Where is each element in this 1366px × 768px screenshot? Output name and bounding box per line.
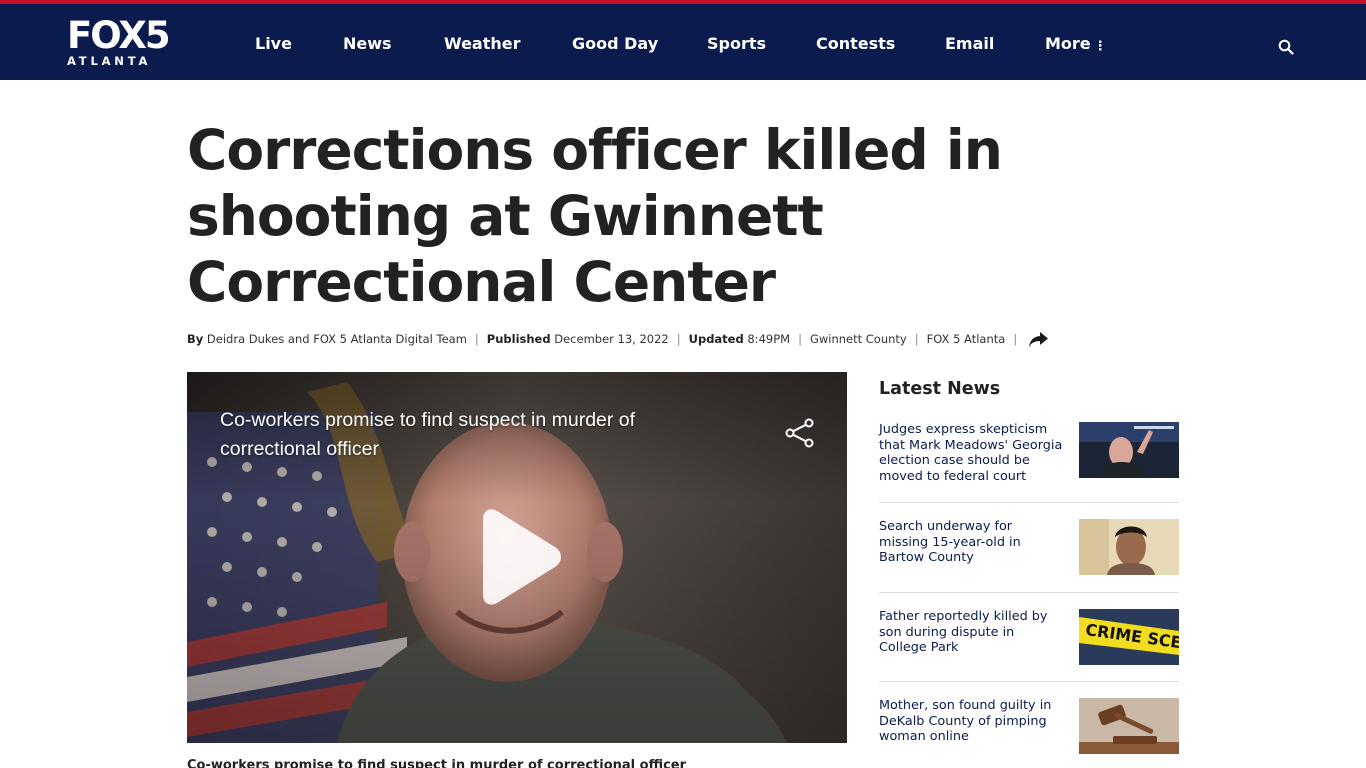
video-player[interactable]: Co-workers promise to find suspect in mu… bbox=[187, 372, 847, 743]
news-item-title[interactable]: Father reportedly killed by son during d… bbox=[879, 609, 1065, 656]
updated-label: Updated bbox=[688, 332, 744, 346]
nav-good-day[interactable]: Good Day bbox=[572, 34, 658, 53]
news-item-title[interactable]: Mother, son found guilty in DeKalb Count… bbox=[879, 698, 1065, 745]
nav-more[interactable]: More ⋮ bbox=[1045, 34, 1107, 54]
share-icon[interactable] bbox=[784, 418, 816, 448]
latest-news-item[interactable]: Mother, son found guilty in DeKalb Count… bbox=[879, 698, 1179, 755]
author-link[interactable]: Deidra Dukes bbox=[207, 332, 284, 346]
byline-and: and bbox=[287, 332, 310, 346]
site-header: FOX5 ATLANTA Live News Weather Good Day … bbox=[0, 0, 1366, 80]
updated-time: 8:49PM bbox=[747, 332, 791, 346]
play-icon[interactable] bbox=[473, 507, 563, 607]
published-date: December 13, 2022 bbox=[554, 332, 669, 346]
search-icon[interactable] bbox=[1278, 39, 1294, 55]
meta-separator: | bbox=[474, 332, 479, 346]
crime-scene-tape-photo[interactable]: CRIME SCENE bbox=[1079, 609, 1179, 665]
divider bbox=[879, 592, 1179, 593]
byline-prefix: By bbox=[187, 332, 204, 346]
meta-separator: | bbox=[914, 332, 919, 346]
courtroom-speaker-photo[interactable] bbox=[1079, 422, 1179, 478]
article-headline: Corrections officer killed in shooting a… bbox=[187, 117, 1087, 315]
article-meta: By Deidra Dukes and FOX 5 Atlanta Digita… bbox=[187, 331, 1049, 347]
news-item-title[interactable]: Search underway for missing 15-year-old … bbox=[879, 519, 1065, 566]
news-item-title[interactable]: Judges express skepticism that Mark Mead… bbox=[879, 422, 1065, 485]
meta-separator: | bbox=[798, 332, 802, 346]
nav-email[interactable]: Email bbox=[945, 34, 994, 53]
video-caption: Co-workers promise to find suspect in mu… bbox=[187, 758, 687, 768]
nav-live[interactable]: Live bbox=[255, 34, 292, 53]
latest-news-item[interactable]: Father reportedly killed by son during d… bbox=[879, 609, 1179, 666]
gavel-photo[interactable] bbox=[1079, 698, 1179, 754]
nav-sports[interactable]: Sports bbox=[707, 34, 766, 53]
divider bbox=[879, 502, 1179, 503]
teen-portrait-photo[interactable] bbox=[1079, 519, 1179, 575]
headline-line: shooting at Gwinnett bbox=[187, 184, 824, 248]
video-title: Co-workers promise to find suspect in mu… bbox=[220, 409, 636, 460]
nav-contests[interactable]: Contests bbox=[816, 34, 895, 53]
divider bbox=[879, 681, 1179, 682]
latest-news-heading: Latest News bbox=[879, 379, 1001, 399]
share-arrow-icon[interactable] bbox=[1027, 329, 1049, 349]
fox5-atlanta-logo[interactable]: FOX5 ATLANTA bbox=[67, 14, 181, 72]
latest-news-item[interactable]: Search underway for missing 15-year-old … bbox=[879, 519, 1179, 576]
nav-news[interactable]: News bbox=[343, 34, 392, 53]
headline-line: Correctional Center bbox=[187, 250, 776, 314]
nav-more-label: More bbox=[1045, 34, 1091, 53]
meta-separator: | bbox=[676, 332, 681, 346]
latest-news-item[interactable]: Judges express skepticism that Mark Mead… bbox=[879, 422, 1179, 492]
team-link[interactable]: FOX 5 Atlanta Digital Team bbox=[313, 332, 467, 346]
tag-fox5-atlanta[interactable]: FOX 5 Atlanta bbox=[927, 332, 1006, 346]
nav-weather[interactable]: Weather bbox=[444, 34, 521, 53]
meta-separator: | bbox=[1013, 332, 1018, 346]
logo-wordmark: FOX5 bbox=[67, 14, 171, 57]
headline-line: Corrections officer killed in bbox=[187, 118, 1003, 182]
vertical-dots-icon: ⋮ bbox=[1093, 39, 1107, 54]
published-label: Published bbox=[486, 332, 551, 346]
tag-gwinnett-county[interactable]: Gwinnett County bbox=[810, 332, 907, 346]
